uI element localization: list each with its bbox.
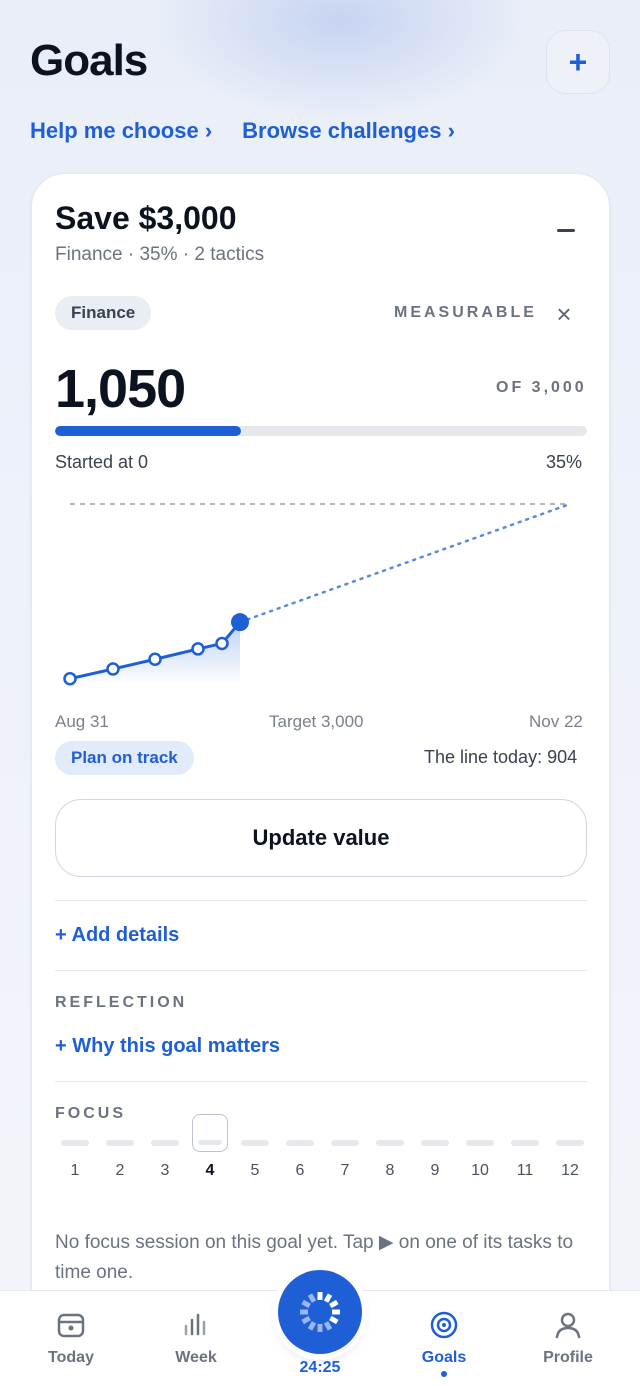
close-icon[interactable]: × xyxy=(552,301,576,327)
page-title: Goals xyxy=(30,36,148,85)
nav-today[interactable]: Today xyxy=(26,1309,116,1367)
focus-slot-number: 1 xyxy=(70,1162,80,1179)
nav-week[interactable]: Week xyxy=(151,1309,241,1367)
percent-label: 35% xyxy=(546,452,583,472)
focus-slot-number: 4 xyxy=(205,1162,215,1179)
focus-slot[interactable] xyxy=(286,1140,314,1146)
help-me-choose-link[interactable]: Help me choose › xyxy=(30,118,212,144)
data-point xyxy=(106,662,120,676)
add-details-link[interactable]: + Add details xyxy=(55,924,179,947)
focus-slot-number: 12 xyxy=(561,1162,579,1179)
axis-target-label: Target 3,000 xyxy=(269,712,364,731)
update-value-button[interactable]: Update value xyxy=(55,799,587,877)
bar-chart-icon xyxy=(184,1313,206,1336)
nav-goals-label: Goals xyxy=(421,1349,467,1366)
divider xyxy=(55,900,587,901)
goal-type-label: MEASURABLE xyxy=(394,304,537,321)
why-goal-matters-link[interactable]: + Why this goal matters xyxy=(55,1035,280,1058)
current-point xyxy=(231,613,249,632)
timer-segment xyxy=(323,1321,333,1331)
focus-slot-number: 10 xyxy=(471,1162,489,1179)
line-today-label: The line today: 904 xyxy=(424,747,578,767)
focus-slot[interactable] xyxy=(511,1140,539,1146)
focus-label: FOCUS xyxy=(55,1105,126,1122)
target-label: OF 3,000 xyxy=(496,379,587,396)
progress-fill xyxy=(55,426,242,436)
focus-slot[interactable] xyxy=(556,1140,584,1146)
focus-slot[interactable] xyxy=(421,1140,449,1146)
focus-slot[interactable] xyxy=(241,1140,269,1146)
timer-segment xyxy=(329,1299,339,1309)
focus-timer-button[interactable] xyxy=(278,1270,362,1354)
timer-segment xyxy=(301,1299,311,1309)
add-goal-button[interactable]: + xyxy=(546,30,610,94)
focus-slot-number: 11 xyxy=(516,1162,534,1179)
focus-slot-number: 2 xyxy=(115,1162,125,1179)
progress-bar xyxy=(55,426,587,436)
focus-slots: 1 2 3 4 5 6 7 8 9 10 11 12 xyxy=(55,1114,587,1180)
focus-slot[interactable] xyxy=(376,1140,404,1146)
timer-label: 24:25 xyxy=(299,1359,341,1376)
data-point xyxy=(215,636,229,651)
active-dot xyxy=(441,1371,447,1377)
top-links: Help me choose › Browse challenges › xyxy=(30,118,455,144)
person-icon xyxy=(555,1312,581,1339)
timer-segment xyxy=(307,1293,317,1303)
axis-end-label: Nov 22 xyxy=(529,712,583,731)
focus-slot-number: 7 xyxy=(340,1162,350,1179)
data-point xyxy=(148,652,162,667)
timer-ring-icon xyxy=(300,1292,340,1332)
collapse-button[interactable] xyxy=(554,220,578,240)
started-label: Started at 0 xyxy=(55,452,149,472)
status-badge: Plan on track xyxy=(55,741,194,775)
focus-slot[interactable] xyxy=(466,1140,494,1146)
data-point xyxy=(63,671,77,686)
focus-slot[interactable] xyxy=(192,1114,228,1152)
progress-chart xyxy=(63,502,572,686)
focus-slot[interactable] xyxy=(61,1140,89,1146)
divider xyxy=(55,970,587,971)
goal-card: Save $3,000 Finance · 35% · 2 tactics Fi… xyxy=(31,173,610,1386)
timer-segment xyxy=(329,1315,339,1325)
target-icon xyxy=(430,1311,458,1339)
nav-goals[interactable]: Goals xyxy=(399,1309,489,1377)
nav-week-label: Week xyxy=(175,1349,217,1366)
nav-today-label: Today xyxy=(48,1349,94,1366)
focus-slot-number: 5 xyxy=(250,1162,260,1179)
divider xyxy=(55,1081,587,1082)
focus-slot-number: 8 xyxy=(385,1162,395,1179)
timer-segment xyxy=(301,1315,311,1325)
reflection-label: REFLECTION xyxy=(55,994,188,1011)
goal-title: Save $3,000 xyxy=(55,200,237,236)
browse-challenges-link[interactable]: Browse challenges › xyxy=(242,118,455,144)
focus-slot-number: 9 xyxy=(430,1162,440,1179)
focus-slot-number: 6 xyxy=(295,1162,305,1179)
data-point xyxy=(191,642,205,656)
timer-segment xyxy=(307,1321,317,1331)
header-glow xyxy=(150,0,530,120)
category-chip: Finance xyxy=(55,296,152,330)
nav-profile[interactable]: Profile xyxy=(523,1309,613,1367)
focus-slot[interactable] xyxy=(331,1140,359,1146)
focus-slot[interactable] xyxy=(151,1140,179,1146)
projection-line xyxy=(238,502,572,624)
focus-slot-number: 3 xyxy=(160,1162,170,1179)
current-value: 1,050 xyxy=(55,359,186,419)
axis-start-label: Aug 31 xyxy=(55,712,109,731)
nav-profile-label: Profile xyxy=(543,1349,593,1366)
focus-slot[interactable] xyxy=(106,1140,134,1146)
goal-subtitle: Finance · 35% · 2 tactics xyxy=(55,244,265,265)
minus-icon xyxy=(557,228,575,232)
timer-segment xyxy=(323,1293,333,1303)
calendar-icon xyxy=(57,1313,85,1338)
